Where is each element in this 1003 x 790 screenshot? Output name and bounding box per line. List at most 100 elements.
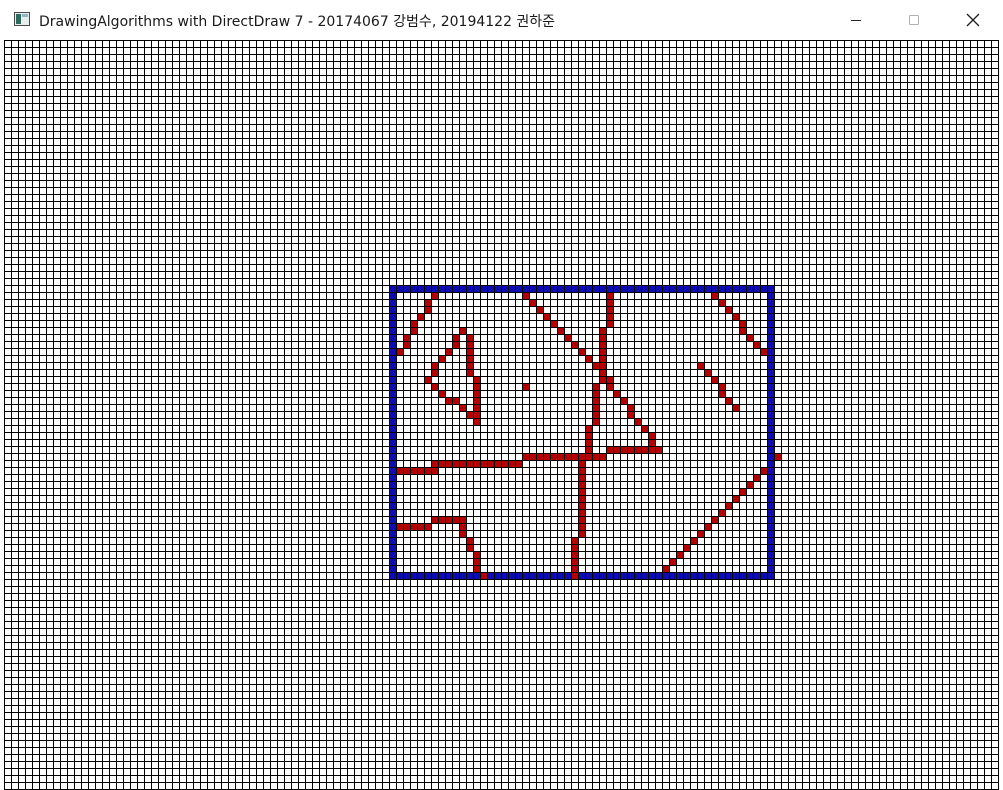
clipped-line	[607, 300, 613, 306]
clipped-line	[411, 328, 417, 334]
clipped-line	[572, 538, 578, 544]
clipped-line	[649, 447, 655, 453]
clipped-line	[418, 524, 424, 530]
clipped-line	[747, 335, 753, 341]
clipped-line	[404, 335, 410, 341]
clipped-line	[733, 314, 739, 320]
clipped-line	[593, 391, 599, 397]
clipped-line	[579, 475, 585, 481]
rectangle-edge	[684, 573, 690, 579]
rectangle-edge	[488, 286, 494, 292]
clipped-line	[579, 503, 585, 509]
clipped-line	[593, 454, 599, 460]
rectangle-edge	[390, 531, 396, 537]
clipped-line	[432, 461, 438, 467]
clipped-line	[544, 314, 550, 320]
drawing-canvas[interactable]	[4, 40, 999, 790]
rectangle-edge	[418, 573, 424, 579]
clipped-line	[600, 342, 606, 348]
clipped-line	[460, 531, 466, 537]
clipped-line	[621, 447, 627, 453]
clipped-line	[453, 461, 459, 467]
rectangle-edge	[453, 573, 459, 579]
clipped-line	[439, 391, 445, 397]
clipped-line	[593, 412, 599, 418]
clipped-line	[586, 426, 592, 432]
pixel-grid-canvas[interactable]	[4, 40, 999, 790]
clipped-line	[467, 412, 473, 418]
clipped-point	[775, 454, 781, 460]
clipped-line	[572, 573, 578, 579]
clipped-line	[446, 517, 452, 523]
rectangle-edge	[768, 475, 774, 481]
clipped-line	[607, 377, 613, 383]
clipped-line	[474, 384, 480, 390]
rectangle-edge	[390, 489, 396, 495]
rectangle-edge	[768, 573, 774, 579]
rectangle-edge	[768, 363, 774, 369]
rectangle-edge	[768, 510, 774, 516]
rectangle-edge	[432, 286, 438, 292]
maximize-button[interactable]	[885, 0, 943, 40]
rectangle-edge	[551, 573, 557, 579]
close-button[interactable]	[944, 0, 1002, 40]
clipped-line	[684, 545, 690, 551]
rectangle-edge	[663, 573, 669, 579]
rectangle-edge	[390, 356, 396, 362]
rectangle-edge	[670, 573, 676, 579]
clipped-line	[551, 321, 557, 327]
clipped-line	[635, 419, 641, 425]
rectangle-edge	[628, 286, 634, 292]
rectangle-edge	[390, 293, 396, 299]
rectangle-edge	[642, 286, 648, 292]
rectangle-edge	[768, 433, 774, 439]
clipped-line	[425, 307, 431, 313]
title-bar[interactable]: DrawingAlgorithms with DirectDraw 7 - 20…	[0, 0, 1003, 40]
clipped-line	[467, 538, 473, 544]
clipped-line	[474, 412, 480, 418]
clipped-line	[467, 363, 473, 369]
rectangle-edge	[446, 573, 452, 579]
app-window-icon[interactable]	[14, 12, 30, 26]
clipped-line	[460, 517, 466, 523]
minimize-button[interactable]	[827, 0, 885, 40]
clipped-line	[432, 384, 438, 390]
clipped-line	[593, 363, 599, 369]
clipped-line	[509, 461, 515, 467]
clipped-line	[628, 447, 634, 453]
clipped-line	[719, 300, 725, 306]
clipped-line	[432, 293, 438, 299]
clipped-line	[467, 356, 473, 362]
rectangle-edge	[411, 286, 417, 292]
clipped-line	[600, 349, 606, 355]
clipped-line	[740, 489, 746, 495]
rectangle-edge	[719, 286, 725, 292]
clipped-line	[600, 370, 606, 376]
clipped-line	[593, 419, 599, 425]
rectangle-edge	[411, 573, 417, 579]
clipped-line	[460, 461, 466, 467]
clipped-line	[467, 349, 473, 355]
rectangle-edge	[397, 286, 403, 292]
clipped-line	[621, 398, 627, 404]
rectangle-edge	[768, 447, 774, 453]
rectangle-edge	[768, 391, 774, 397]
clipped-line	[411, 321, 417, 327]
clipped-line	[733, 405, 739, 411]
rectangle-edge	[390, 328, 396, 334]
rectangle-edge	[768, 377, 774, 383]
rectangle-edge	[754, 286, 760, 292]
clipped-line	[565, 454, 571, 460]
rectangle-edge	[390, 335, 396, 341]
clipped-line	[467, 335, 473, 341]
rectangle-edge	[446, 286, 452, 292]
rectangle-edge	[768, 552, 774, 558]
rectangle-edge	[390, 524, 396, 530]
clipped-line	[754, 475, 760, 481]
rectangle-edge	[698, 573, 704, 579]
clipped-line	[474, 391, 480, 397]
clipped-line	[474, 461, 480, 467]
rectangle-edge	[439, 286, 445, 292]
rectangle-edge	[474, 573, 480, 579]
rectangle-edge	[390, 384, 396, 390]
